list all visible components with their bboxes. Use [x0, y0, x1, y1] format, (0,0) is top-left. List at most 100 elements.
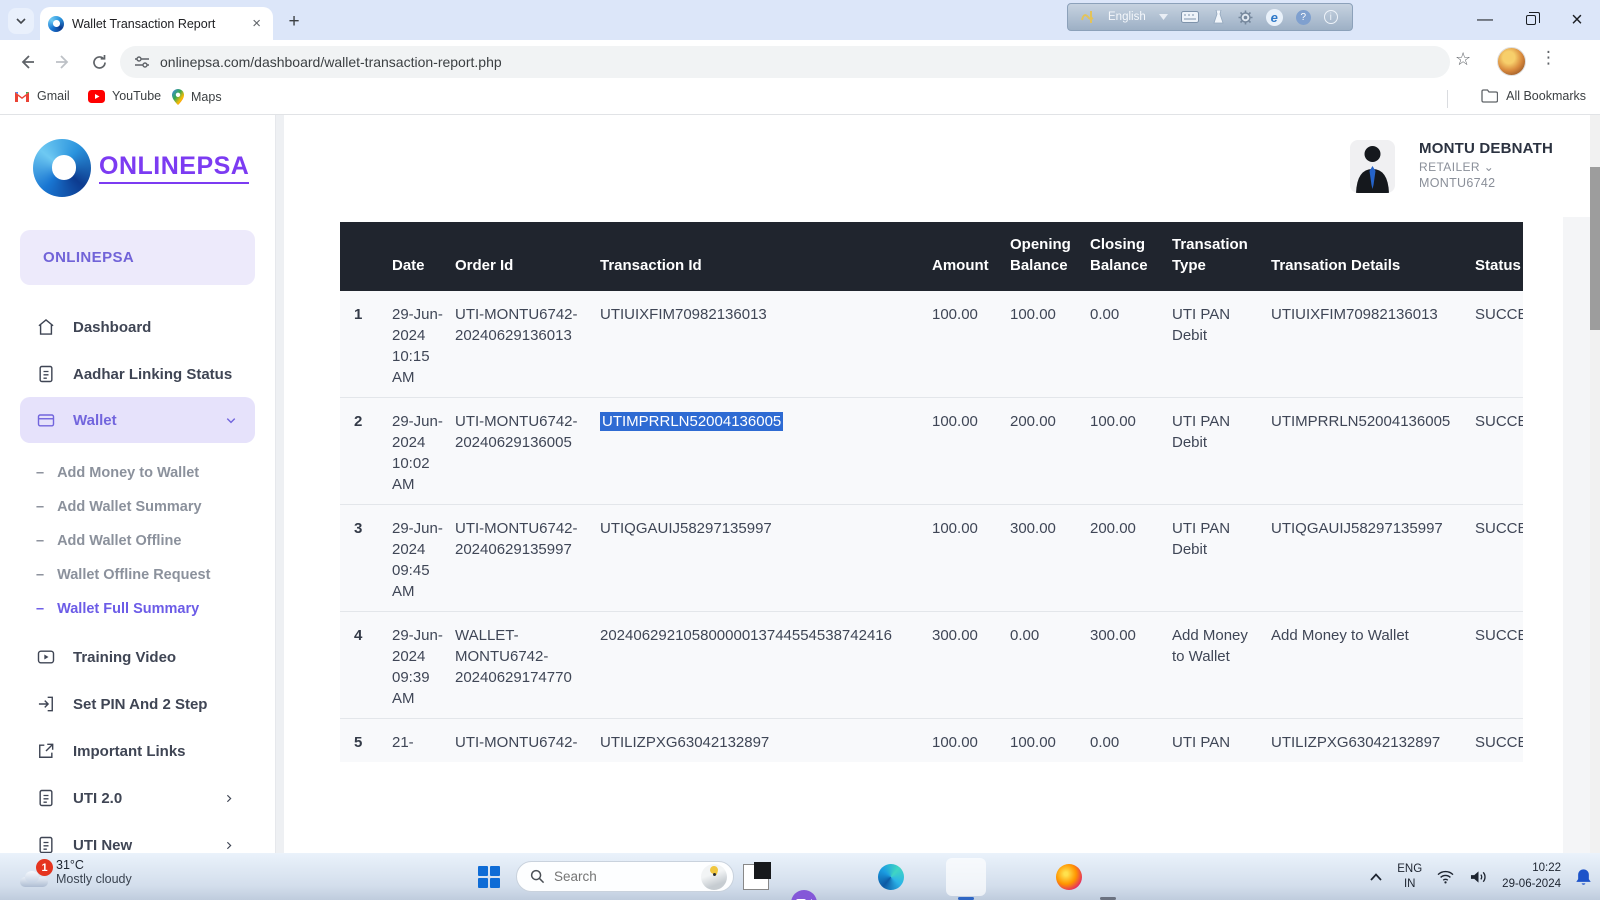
bookmark-maps[interactable]: Maps — [172, 89, 222, 105]
browser-titlebar: Wallet Transaction Report × + English e … — [0, 0, 1600, 40]
gmail-icon — [14, 90, 30, 103]
site-settings-icon[interactable] — [134, 55, 150, 69]
cell-closing: 0.00 — [1090, 291, 1172, 398]
browser-profile-avatar[interactable] — [1497, 47, 1526, 76]
taskbar-app-meet[interactable] — [791, 890, 817, 900]
help-icon[interactable]: ? — [1296, 10, 1311, 25]
sidebar-subitem-wallet-offline-request[interactable]: –Wallet Offline Request — [36, 562, 255, 588]
tab-search-button[interactable] — [8, 8, 34, 34]
window-minimize-button[interactable]: — — [1462, 0, 1508, 40]
back-button[interactable] — [12, 47, 42, 77]
page-scrollbar-thumb[interactable] — [1590, 167, 1600, 330]
tray-date: 29-06-2024 — [1502, 877, 1561, 893]
cell-details: UTIMPRRLN52004136005 — [1271, 398, 1475, 505]
dress-icon[interactable] — [1212, 10, 1225, 24]
cell-date: 29-Jun-2024 10:15 AM — [392, 291, 455, 398]
external-link-icon — [36, 741, 56, 761]
cell-opening: 100.00 — [1010, 719, 1090, 763]
bookmark-youtube[interactable]: YouTube — [88, 89, 161, 103]
sidebar-subitem-add-money-to-wallet[interactable]: –Add Money to Wallet — [36, 460, 255, 486]
sidebar-item-dashboard[interactable]: Dashboard — [20, 307, 255, 347]
transaction-table-container: DateOrder IdTransaction IdAmountOpening … — [340, 222, 1523, 853]
dash-icon: – — [36, 465, 44, 481]
language-dropdown-icon[interactable] — [1159, 14, 1168, 20]
window-controls: — × — [1462, 0, 1600, 40]
screen: Wallet Transaction Report × + English e … — [0, 0, 1600, 900]
sidebar-subitem-add-wallet-offline[interactable]: –Add Wallet Offline — [36, 528, 255, 554]
cell-amount: 100.00 — [932, 719, 1010, 763]
back-arrow-icon — [18, 53, 36, 71]
weather-widget[interactable]: 1 31°C Mostly cloudy — [10, 855, 140, 891]
wifi-icon[interactable] — [1436, 869, 1455, 884]
sidebar-scrollbar-track[interactable] — [275, 115, 284, 853]
sidebar-item-aadhar-linking-status[interactable]: Aadhar Linking Status — [20, 354, 255, 394]
window-close-button[interactable]: × — [1554, 0, 1600, 40]
user-profile[interactable]: MONTU DEBNATH RETAILER ⌄ MONTU6742 — [1350, 140, 1553, 193]
chevron-right-icon — [219, 792, 239, 805]
tab-close-icon[interactable]: × — [248, 15, 265, 32]
sidebar-subitem-wallet-full-summary[interactable]: –Wallet Full Summary — [36, 596, 255, 622]
taskbar-app-firefox[interactable] — [1056, 864, 1082, 890]
taskbar-app-widgets[interactable] — [743, 864, 769, 890]
cell-opening: 200.00 — [1010, 398, 1090, 505]
search-highlight-bird-image — [701, 864, 727, 890]
info-icon[interactable]: i — [1324, 10, 1338, 24]
input-language-indicator[interactable]: ENG IN — [1397, 862, 1422, 891]
page-scrollbar-track — [1590, 115, 1600, 853]
sidebar-item-set-pin-and-2-step[interactable]: Set PIN And 2 Step — [20, 684, 255, 724]
new-tab-button[interactable]: + — [282, 10, 306, 34]
cell-opening: 300.00 — [1010, 505, 1090, 612]
cell-order: UTI-MONTU6742-20240629136013 — [455, 291, 600, 398]
search-input[interactable] — [554, 869, 684, 884]
bangla-script-icon[interactable] — [1080, 9, 1095, 25]
transaction-table: DateOrder IdTransaction IdAmountOpening … — [340, 222, 1523, 762]
cell-amount: 300.00 — [932, 612, 1010, 719]
sidebar-item-label: Dashboard — [73, 319, 151, 336]
speaker-icon[interactable] — [1469, 869, 1488, 885]
browser-tab[interactable]: Wallet Transaction Report × — [40, 7, 273, 40]
clock[interactable]: 10:22 29-06-2024 — [1502, 861, 1561, 892]
taskbar-search[interactable] — [516, 861, 734, 892]
sidebar-item-uti-new[interactable]: UTI New — [20, 825, 255, 853]
bookmark-star-icon[interactable]: ☆ — [1455, 49, 1471, 70]
taskbar-app-edge[interactable] — [878, 864, 904, 890]
all-bookmarks-button[interactable]: All Bookmarks — [1481, 89, 1586, 103]
document-icon — [36, 364, 56, 384]
sidebar-item-important-links[interactable]: Important Links — [20, 731, 255, 771]
tray-chevron-up-icon[interactable] — [1369, 872, 1383, 882]
internet-explorer-icon[interactable]: e — [1266, 9, 1283, 26]
bookmark-gmail[interactable]: Gmail — [14, 89, 70, 103]
browser-menu-icon[interactable]: ⋮ — [1540, 48, 1557, 68]
forward-button[interactable] — [48, 47, 78, 77]
dash-icon: – — [36, 601, 44, 617]
start-button[interactable] — [478, 866, 500, 888]
settings-gear-icon[interactable] — [1238, 10, 1253, 25]
cell-closing: 0.00 — [1090, 719, 1172, 763]
table-row: 329-Jun-2024 09:45 AMUTI-MONTU6742-20240… — [340, 505, 1523, 612]
cell-opening: 100.00 — [1010, 291, 1090, 398]
brand-logo[interactable]: ONLINEPSA — [33, 139, 249, 197]
folder-icon — [1481, 89, 1498, 103]
language-selector[interactable]: English — [1108, 11, 1146, 23]
keyboard-icon[interactable] — [1181, 11, 1199, 23]
column-header-transation-details: Transation Details — [1271, 222, 1475, 291]
window-restore-button[interactable] — [1508, 0, 1554, 40]
address-bar[interactable]: onlinepsa.com/dashboard/wallet-transacti… — [120, 46, 1450, 78]
maps-pin-icon — [172, 89, 184, 105]
user-role-dropdown[interactable]: RETAILER ⌄ — [1419, 160, 1553, 174]
document-icon — [36, 788, 56, 808]
cell-order: WALLET-MONTU6742-20240629174770 — [455, 612, 600, 719]
notification-bell-icon[interactable] — [1575, 868, 1592, 886]
cell-date: 29-Jun-2024 09:45 AM — [392, 505, 455, 612]
sidebar-item-training-video[interactable]: Training Video — [20, 637, 255, 677]
youtube-icon — [88, 90, 105, 103]
reload-button[interactable] — [84, 47, 114, 77]
user-id: MONTU6742 — [1419, 176, 1553, 190]
sidebar-subitem-add-wallet-summary[interactable]: –Add Wallet Summary — [36, 494, 255, 520]
sidebar-item-wallet[interactable]: Wallet — [20, 397, 255, 443]
sidebar: ONLINEPSA ONLINEPSA Dashboard Aadhar Lin… — [0, 115, 275, 853]
cell-type: UTI PAN — [1172, 719, 1271, 763]
sidebar-item-uti-2-0[interactable]: UTI 2.0 — [20, 778, 255, 818]
forward-arrow-icon — [54, 53, 72, 71]
bookmarks-separator — [1447, 90, 1448, 108]
